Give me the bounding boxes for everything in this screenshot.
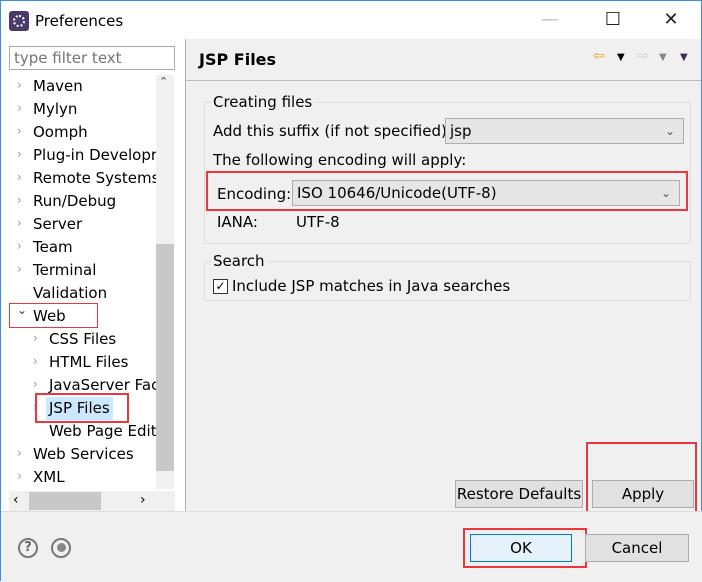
collapsed-arrow-icon[interactable]: › <box>33 354 38 368</box>
highlight-apply <box>586 442 697 520</box>
minimize-button[interactable]: — <box>535 7 565 33</box>
highlight-jsp-files <box>35 393 129 423</box>
collapsed-arrow-icon[interactable]: › <box>17 147 22 161</box>
help-icon[interactable]: ? <box>18 538 38 558</box>
search-label: Search <box>211 252 267 270</box>
restore-defaults-button[interactable]: Restore Defaults <box>455 480 583 508</box>
tree-item[interactable]: Mylyn <box>33 98 77 121</box>
tree-item-label: Oomph <box>33 123 88 141</box>
include-jsp-label: Include JSP matches in Java searches <box>232 277 511 295</box>
divider[interactable] <box>185 39 186 511</box>
tree-item[interactable]: Server <box>33 213 82 236</box>
collapsed-arrow-icon[interactable]: › <box>33 377 38 391</box>
tree-item-label: CSS Files <box>49 330 117 348</box>
highlight-web <box>9 303 98 328</box>
suffix-label: Add this suffix (if not specified): <box>213 122 452 140</box>
scroll-right-icon[interactable]: › <box>140 492 146 508</box>
tree-scroll-thumb[interactable] <box>156 244 174 471</box>
back-arrow-icon[interactable]: ⇦ <box>593 48 605 64</box>
suffix-value: jsp <box>450 122 472 140</box>
collapsed-arrow-icon[interactable]: › <box>17 239 22 253</box>
collapsed-arrow-icon[interactable]: › <box>33 331 38 345</box>
tree-item-label: Run/Debug <box>33 192 117 210</box>
tree-item-label: Team <box>33 238 73 256</box>
collapsed-arrow-icon[interactable]: › <box>17 262 22 276</box>
page-title: JSP Files <box>199 50 277 69</box>
creating-files-label: Creating files <box>211 93 315 111</box>
collapsed-arrow-icon[interactable]: › <box>17 78 22 92</box>
tree-item-label: XML <box>33 468 65 486</box>
eclipse-icon <box>9 11 29 31</box>
view-menu-icon[interactable]: ▼ <box>680 52 688 63</box>
tree-item-label: JavaServer Fac <box>49 376 156 394</box>
window-title: Preferences <box>35 12 124 30</box>
tree-item-label: Web Page Edit <box>49 422 156 440</box>
collapsed-arrow-icon[interactable]: › <box>17 101 22 115</box>
scroll-left-icon[interactable]: ‹ <box>13 492 19 508</box>
collapsed-arrow-icon[interactable]: › <box>17 170 22 184</box>
close-button[interactable]: ✕ <box>656 7 686 33</box>
tree-item[interactable]: HTML Files <box>49 351 128 374</box>
suffix-select[interactable]: jsp ⌄ <box>445 118 684 144</box>
tree-item-label: Validation <box>33 284 108 302</box>
encoding-value: ISO 10646/Unicode(UTF-8) <box>297 184 497 202</box>
forward-menu-icon[interactable]: ▼ <box>659 52 667 63</box>
maximize-button[interactable]: ☐ <box>598 7 628 33</box>
chevron-down-icon: ⌄ <box>664 124 675 138</box>
cancel-button[interactable]: Cancel <box>585 534 689 562</box>
encoding-label: Encoding: <box>217 185 292 203</box>
record-icon[interactable] <box>51 538 71 558</box>
filter-input[interactable] <box>9 46 175 70</box>
back-menu-icon[interactable]: ▼ <box>617 52 625 63</box>
tree-item[interactable]: Terminal <box>33 259 96 282</box>
tree-item-label: Terminal <box>33 261 97 279</box>
encoding-select[interactable]: ISO 10646/Unicode(UTF-8) ⌄ <box>292 180 680 206</box>
tree-item-label: Remote Systems <box>33 169 156 187</box>
title-bar: Preferences <box>9 9 123 33</box>
tree-item[interactable]: Oomph <box>33 121 88 144</box>
collapsed-arrow-icon[interactable]: › <box>17 446 22 460</box>
collapsed-arrow-icon[interactable]: › <box>17 193 22 207</box>
tree-item[interactable]: Web Page Edit <box>49 420 156 443</box>
tree-item[interactable]: Web Services <box>33 443 134 466</box>
iana-label: IANA: <box>217 213 258 231</box>
iana-value: UTF-8 <box>296 213 340 231</box>
collapsed-arrow-icon[interactable]: › <box>17 216 22 230</box>
collapsed-arrow-icon[interactable]: › <box>17 124 22 138</box>
tree-item-label: Server <box>33 215 83 233</box>
tree-item-label: Plug-in Developr <box>33 146 156 164</box>
tree-item-label: Maven <box>33 77 83 95</box>
tree-item-label: Mylyn <box>33 100 78 118</box>
tree-item[interactable]: Validation <box>33 282 107 305</box>
chevron-down-icon: ⌄ <box>660 186 671 200</box>
tree-item[interactable]: Run/Debug <box>33 190 116 213</box>
include-jsp-checkbox[interactable]: ✓ <box>213 279 228 294</box>
forward-arrow-icon[interactable]: ⇨ <box>637 48 649 64</box>
tree-item-label: HTML Files <box>49 353 129 371</box>
scroll-up-icon[interactable]: ⌃ <box>159 75 168 88</box>
collapsed-arrow-icon[interactable]: › <box>17 469 22 483</box>
highlight-ok <box>463 528 587 568</box>
encoding-note: The following encoding will apply: <box>213 151 467 169</box>
tree-item[interactable]: XML <box>33 466 65 489</box>
tree-hscroll-thumb[interactable] <box>29 492 101 510</box>
tree-item[interactable]: Maven <box>33 75 83 98</box>
tree-item-label: Web Services <box>33 445 134 463</box>
tree-item[interactable]: Team <box>33 236 73 259</box>
tree-item[interactable]: Plug-in Developr <box>33 144 156 167</box>
preference-tree: Maven › Mylyn › Oomph › Plug-in Developr › Remot… <box>9 75 156 489</box>
tree-item[interactable]: Remote Systems <box>33 167 156 190</box>
tree-item[interactable]: CSS Files <box>49 328 116 351</box>
